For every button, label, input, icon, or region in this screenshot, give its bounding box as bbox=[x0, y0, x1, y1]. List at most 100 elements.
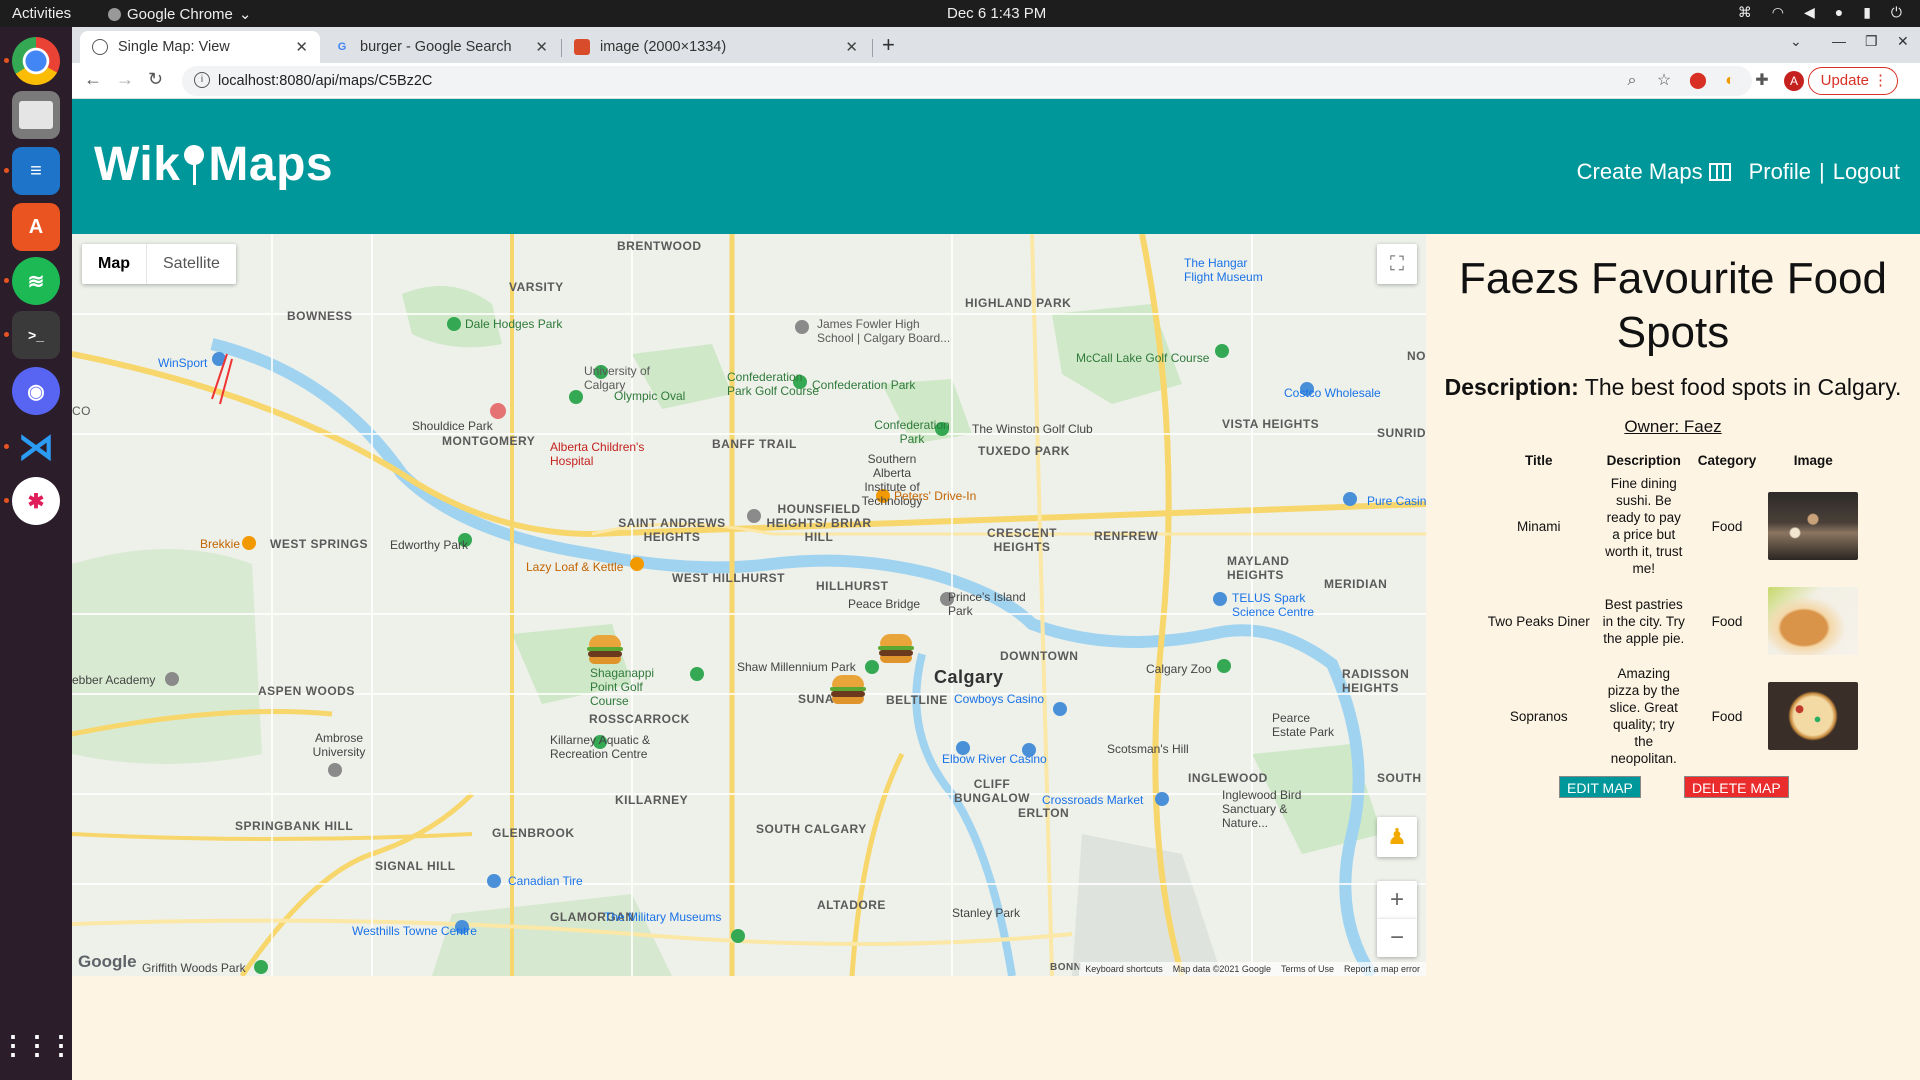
zoom-out-icon[interactable]: − bbox=[1377, 919, 1417, 957]
pin-image-cell bbox=[1762, 660, 1864, 772]
map-label: The Military Museums bbox=[604, 910, 722, 924]
update-button[interactable]: Update ⋮ bbox=[1807, 67, 1898, 95]
map-label: Killarney Aquatic & Recreation Centre bbox=[550, 733, 651, 761]
map-type-control: Map Satellite bbox=[82, 244, 236, 284]
app-menu[interactable]: Google Chrome ⌄ bbox=[108, 5, 251, 23]
create-maps-link[interactable]: Create Maps bbox=[1577, 159, 1703, 185]
writer-dock-icon[interactable]: ≡ bbox=[12, 147, 60, 195]
burger-marker[interactable] bbox=[830, 675, 866, 705]
edit-map-button[interactable]: EDIT MAP bbox=[1559, 776, 1641, 798]
clock[interactable]: Dec 6 1:43 PM bbox=[947, 5, 1046, 22]
map-label: SPRINGBANK HILL bbox=[235, 819, 354, 833]
close-tab-icon[interactable]: ✕ bbox=[535, 38, 548, 56]
profile-avatar[interactable]: A bbox=[1784, 71, 1804, 91]
nav-separator: | bbox=[1818, 159, 1825, 184]
delete-map-button[interactable]: DELETE MAP bbox=[1684, 776, 1789, 798]
restore-icon[interactable]: ❐ bbox=[1865, 33, 1878, 50]
extensions-puzzle-icon[interactable]: ✚ bbox=[1752, 71, 1772, 91]
map-label: The Winston Golf Club bbox=[972, 422, 1093, 436]
map-label: SIGNAL HILL bbox=[375, 859, 456, 873]
map-label: Shaganappi Point Golf Course bbox=[590, 666, 655, 708]
map-label: MONTGOMERY bbox=[442, 434, 536, 448]
map-label: ALTADORE bbox=[817, 898, 886, 912]
activities-button[interactable]: Activities bbox=[12, 5, 71, 22]
pin-title: Minami bbox=[1516, 518, 1561, 534]
map-label: HIGHLAND PARK bbox=[965, 296, 1072, 310]
map-label: SOUTH CALGARY bbox=[756, 822, 867, 836]
burger-marker[interactable] bbox=[587, 635, 623, 665]
google-logo[interactable]: Google bbox=[78, 952, 137, 972]
reload-icon[interactable]: ↻ bbox=[148, 69, 163, 90]
map-label: Cowboys Casino bbox=[954, 692, 1045, 706]
owner-link[interactable]: Owner: Faez bbox=[1426, 417, 1920, 437]
street-view-pegman-icon[interactable]: ♟ bbox=[1377, 817, 1417, 857]
burger-favicon-icon bbox=[574, 39, 590, 55]
map-label: Brekkie bbox=[200, 537, 241, 551]
map-type-satellite-button[interactable]: Satellite bbox=[146, 244, 236, 284]
system-tray[interactable]: ⌘ ◠ ◀ ● ▮ ⏻ bbox=[1738, 4, 1902, 21]
tab-single-map[interactable]: Single Map: View ✕ bbox=[80, 31, 320, 63]
header-nav: Create Maps Profile | Logout bbox=[1577, 159, 1900, 185]
software-center-dock-icon[interactable]: A bbox=[12, 203, 60, 251]
forward-icon[interactable]: → bbox=[116, 69, 134, 90]
site-logo[interactable]: Wik Maps bbox=[94, 137, 333, 192]
burger-marker[interactable] bbox=[878, 634, 914, 664]
pin-category: Food bbox=[1711, 613, 1743, 629]
extension-orange-icon[interactable]: ◐ bbox=[1720, 71, 1740, 91]
pin-category: Food bbox=[1711, 518, 1743, 534]
close-tab-icon[interactable]: ✕ bbox=[845, 38, 858, 56]
map-label: VISTA HEIGHTS bbox=[1222, 417, 1320, 431]
vscode-dock-icon[interactable]: ⋊ bbox=[12, 423, 60, 471]
back-icon[interactable]: ← bbox=[84, 69, 102, 90]
pin-category: Food bbox=[1711, 708, 1743, 724]
spotify-dock-icon[interactable]: ≋ bbox=[12, 257, 60, 305]
map-label: GLENBROOK bbox=[492, 826, 575, 840]
tab-burger-search[interactable]: G burger - Google Search ✕ bbox=[322, 31, 560, 63]
map-label: HOUNSFIELD HEIGHTS/ BRIAR HILL bbox=[766, 502, 872, 544]
bookmark-star-icon[interactable]: ☆ bbox=[1654, 71, 1674, 91]
tab-title: Single Map: View bbox=[118, 39, 230, 55]
map-label: CLIFF BUNGALOW bbox=[954, 777, 1030, 805]
table-row[interactable]: Two Peaks Diner Best pastries in the cit… bbox=[1482, 582, 1865, 660]
terms-link[interactable]: Terms of Use bbox=[1281, 964, 1334, 974]
report-error-link[interactable]: Report a map error bbox=[1344, 964, 1420, 974]
header-category: Category bbox=[1697, 453, 1757, 468]
table-row[interactable]: Minami Fine dining sushi. Be ready to pa… bbox=[1482, 470, 1865, 582]
keyboard-shortcuts-link[interactable]: Keyboard shortcuts bbox=[1085, 964, 1163, 974]
minimize-icon[interactable]: — bbox=[1832, 33, 1846, 49]
map-label: RADISSON HEIGHTS bbox=[1342, 667, 1410, 695]
info-icon[interactable]: i bbox=[194, 72, 210, 88]
zoom-icon[interactable]: ⌕ bbox=[1622, 71, 1642, 91]
table-row[interactable]: Sopranos Amazing pizza by the slice. Gre… bbox=[1482, 660, 1865, 772]
map-pin-icon bbox=[181, 144, 207, 185]
tab-image[interactable]: image (2000×1334) ✕ bbox=[562, 31, 870, 63]
map-label: ASPEN WOODS bbox=[258, 684, 355, 698]
terminal-dock-icon[interactable]: >_ bbox=[12, 311, 60, 359]
url-text: localhost:8080/api/maps/C5Bz2C bbox=[218, 73, 433, 89]
logout-link[interactable]: Logout bbox=[1833, 159, 1900, 185]
discord-dock-icon[interactable]: ◉ bbox=[12, 367, 60, 415]
files-dock-icon[interactable] bbox=[12, 91, 60, 139]
map-label: MAYLAND HEIGHTS bbox=[1227, 554, 1290, 582]
new-tab-icon[interactable]: + bbox=[882, 32, 895, 58]
address-bar[interactable]: i localhost:8080/api/maps/C5Bz2C bbox=[182, 66, 1752, 96]
slack-dock-icon[interactable]: ✱ bbox=[12, 477, 60, 525]
map-title: Faezs Favourite Food Spots bbox=[1459, 254, 1887, 357]
adblock-extension-icon[interactable]: ⬤ bbox=[1688, 71, 1708, 91]
chrome-dock-icon[interactable] bbox=[12, 37, 60, 85]
google-map[interactable]: ark BRENTWOOD VARSITY HIGHLAND PARK BOWN… bbox=[72, 234, 1426, 976]
profile-link[interactable]: Profile bbox=[1749, 159, 1811, 185]
map-label: BOWNESS bbox=[287, 309, 353, 323]
site-header: Wik Maps Create Maps Profile | Logout bbox=[72, 99, 1920, 234]
close-tab-icon[interactable]: ✕ bbox=[295, 38, 308, 56]
table-header-row: Title Description Category Image bbox=[1482, 451, 1865, 470]
map-type-map-button[interactable]: Map bbox=[82, 244, 146, 284]
fullscreen-icon[interactable]: ⛶ bbox=[1377, 244, 1417, 284]
app-grid-icon[interactable]: ⋮⋮⋮ bbox=[0, 1021, 74, 1069]
map-icon[interactable] bbox=[1708, 163, 1731, 181]
map-label: Westhills Towne Centre bbox=[352, 924, 477, 938]
close-window-icon[interactable]: ✕ bbox=[1897, 33, 1909, 50]
zoom-in-icon[interactable]: + bbox=[1377, 881, 1417, 919]
pin-description: Best pastries in the city. Try the apple… bbox=[1602, 596, 1685, 646]
tab-search-icon[interactable]: ⌄ bbox=[1790, 33, 1802, 50]
